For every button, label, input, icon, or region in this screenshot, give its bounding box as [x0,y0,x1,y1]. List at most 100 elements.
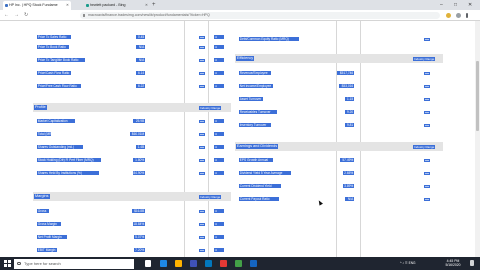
tab-bing[interactable]: hewlett packard - Bing ✕ [84,1,150,10]
task-view-icon[interactable] [145,260,151,267]
page-scrollbar[interactable] [475,21,480,257]
row-value: 1.4B [136,145,145,149]
store-icon[interactable] [190,260,197,267]
data-row: Current Payout Ratio N/A [239,197,444,201]
row-value: $53,016 [339,84,354,88]
data-row: Revenue/Employee $517,746 [239,71,444,75]
row-value: 7.20% [134,248,145,252]
url-bar[interactable]: macroaxis/finance.tradesimg.com/newlib/p… [80,12,440,19]
file-explorer-icon[interactable] [175,260,182,267]
data-row: Shares Held By Institutions (%) 84.90% ▪… [37,171,227,175]
data-row: EBIT Margin 7.20% ▪▪ [37,248,227,252]
mail-icon[interactable] [205,260,212,267]
address-toolbar: ← → ↻ macroaxis/finance.tradesimg.com/ne… [0,10,480,21]
new-tab-button[interactable]: + [152,1,156,9]
notifications-icon[interactable] [470,260,474,266]
scrollbar-thumb[interactable] [476,61,479,131]
industry-range-bar [424,184,430,188]
row-value: 6.22 [136,84,145,88]
industry-range-bar [424,171,430,175]
industry-value: ▪▪ [214,45,224,49]
row-label: EBIT Margin [37,248,57,252]
row-label: Current Dividend Yield [239,184,281,188]
search-placeholder: Type here for search [24,260,61,266]
row-label: Net Profit Margin [37,235,67,239]
word-icon[interactable] [250,260,257,267]
data-row: Net Income/Employee $53,016 [239,84,444,88]
bing-favicon-icon [85,4,89,7]
system-tray[interactable]: ^ ♪ ☰ ENG [400,257,416,270]
industry-range-bar [424,197,430,201]
edge-icon[interactable] [160,260,167,267]
industry-range-bar [424,71,430,75]
section-header-efficiency: Efficiency Industry Range [235,54,443,63]
tab-bar: HP Inc. | HPQ Stock Fundame ✕ hewlett pa… [0,0,480,10]
industry-range-header: Industry Range [413,56,436,61]
row-value: 1.80% [133,158,145,162]
industry-range-bar [199,35,205,39]
reload-button[interactable]: ↻ [24,12,28,19]
row-label: Price/Cash Flow Ratio [37,71,71,75]
close-window-button[interactable]: ✕ [468,0,472,10]
row-value: N/A [345,197,354,201]
section-header-profile: Profile Industry Range [33,103,231,112]
row-value: $517,746 [337,71,354,75]
industry-value: ▪▪ [214,171,224,175]
section-title: Profile [34,105,47,110]
row-label: Asset Turnover [239,97,263,101]
industry-range-bar [199,45,205,49]
maximize-button[interactable]: □ [454,0,457,10]
industry-range-bar [199,132,205,136]
row-label: EPS Growth Annual [239,158,273,162]
chrome-icon[interactable] [235,260,242,267]
menu-icon[interactable] [466,13,468,18]
industry-range-bar [199,84,205,88]
row-value: N/A [136,58,145,62]
industry-range-bar [424,97,430,101]
industry-range-bar [424,37,430,41]
row-label: Dividend Yield 5 Year Average [239,171,291,175]
industry-range-bar [424,84,430,88]
close-tab-icon[interactable]: ✕ [66,1,69,10]
close-tab-icon[interactable]: ✕ [145,1,148,10]
data-row: Market Capitalization 25.9B ▪▪ [37,119,227,123]
industry-value: ▪▪ [214,209,224,213]
data-row: Price To Sales Ratio 0.45 ▪▪ [37,35,227,39]
row-value: 25.9B [133,119,145,123]
data-row: EPS Growth Annual 57.49% [239,158,444,162]
fundamentals-page: Price To Sales Ratio 0.45 ▪▪ Price To Bo… [30,21,455,257]
data-row: Price/Free Cash Flow Ratio 6.22 ▪▪ [37,84,227,88]
row-value: $60.01M [130,132,145,136]
row-label: Stock Holding (Dfr) Fl Perf Fiber (MRQ) [37,158,101,162]
row-value: N/A [136,45,145,49]
data-row: Asset Turnover 1.15 [239,97,444,101]
section-title: Earnings and Dividends [236,144,279,149]
section-title: Efficiency [236,56,255,61]
industry-range-bar [199,248,205,252]
taskbar: Type here for search ^ ♪ ☰ ENG 4:45 PM 5… [0,257,480,270]
extension-icon[interactable] [446,13,451,18]
industry-range-bar [199,145,205,149]
forward-button[interactable]: → [14,12,19,19]
back-button[interactable]: ← [4,12,9,19]
row-label: Price To Tangible Book Ratio [37,58,85,62]
industry-value: ▪▪ [214,248,224,252]
row-value: 84.90% [133,171,145,175]
row-value: 0.45 [136,35,145,39]
office-icon[interactable] [220,260,227,267]
row-value: 6.14 [136,71,145,75]
data-row: Net Profit Margin 5.07% ▪▪ [37,235,227,239]
row-label: Price To Book Ratio [37,45,69,49]
row-value: 9.20 [345,110,354,114]
industry-range-header: Industry Range [413,144,436,149]
profile-icon[interactable] [456,13,461,18]
windows-start-icon[interactable] [4,260,11,267]
lock-icon [82,14,85,17]
taskbar-clock[interactable]: 4:45 PM 5/16/2020 [440,259,466,269]
minimize-button[interactable]: – [440,0,443,10]
data-row: Current Dividend Yield 3.89% [239,184,444,188]
taskbar-search-input[interactable]: Type here for search [14,258,134,269]
tab-hpq[interactable]: HP Inc. | HPQ Stock Fundame ✕ [3,1,71,10]
industry-value: ▪▪ [214,222,224,226]
row-value: 3.89% [343,184,354,188]
